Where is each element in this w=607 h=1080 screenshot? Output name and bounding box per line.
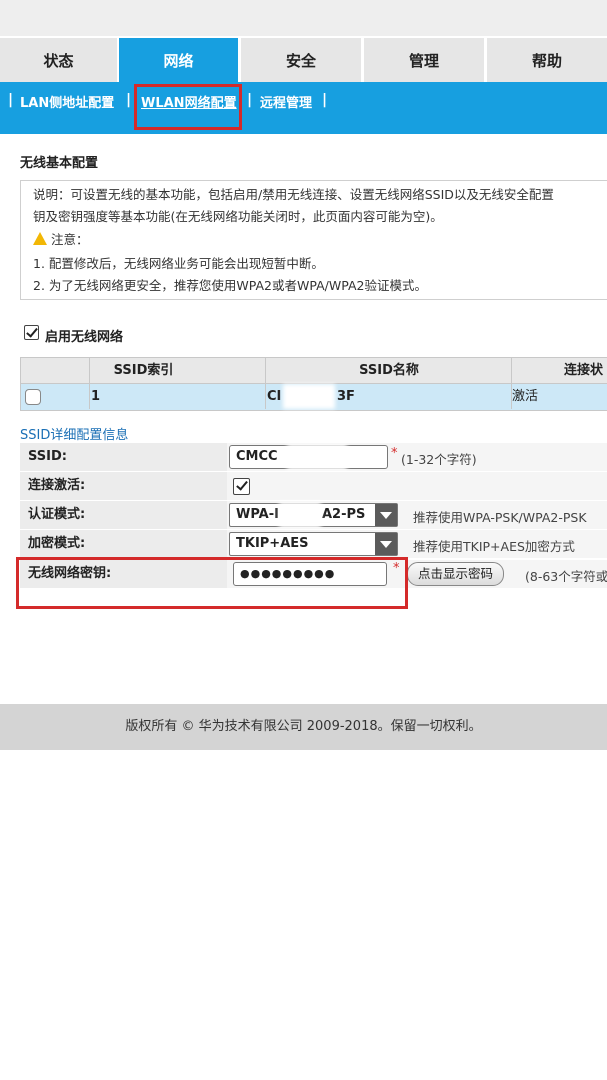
- divider: [265, 384, 266, 409]
- table-row[interactable]: 1 CI 3F 激活: [20, 384, 607, 411]
- separator: |: [322, 92, 328, 108]
- separator: |: [126, 92, 132, 108]
- tab-label: 安全: [285, 51, 316, 70]
- ssid-value-cell: CMCC * (1-32个字符): [227, 443, 607, 471]
- details-title: SSID详细配置信息: [20, 428, 129, 443]
- table-header: SSID索引 SSID名称 连接状: [20, 357, 607, 384]
- highlight-box-key: [16, 557, 408, 609]
- active-checkbox[interactable]: [233, 478, 250, 495]
- divider: [511, 358, 512, 383]
- active-value-cell: [227, 472, 607, 500]
- main-tabs: 状态 网络 安全 管理 帮助: [0, 38, 607, 82]
- tab-label: 管理: [408, 51, 439, 70]
- sub-nav: | LAN侧地址配置 | WLAN网络配置 | 远程管理 |: [0, 82, 607, 134]
- redaction-blur: [283, 384, 335, 409]
- section-title: 无线基本配置: [20, 156, 99, 171]
- form-row-auth: 认证模式: WPA-I A2-PS 推荐使用WPA-PSK/WPA2-PSK: [20, 501, 607, 530]
- col-status: 连接状: [564, 363, 604, 378]
- browser-top-area: [0, 0, 607, 36]
- cell-ssid-name-end: 3F: [337, 389, 355, 404]
- subnav-remote[interactable]: 远程管理: [260, 92, 312, 111]
- divider: [89, 358, 90, 383]
- auth-label: 认证模式:: [20, 501, 227, 529]
- separator: |: [247, 92, 253, 108]
- subnav-lan[interactable]: LAN侧地址配置: [20, 92, 114, 111]
- encrypt-label: 加密模式:: [20, 530, 227, 558]
- form-row-active: 连接激活:: [20, 472, 607, 501]
- encrypt-hint: 推荐使用TKIP+AES加密方式: [413, 539, 575, 554]
- ssid-label: SSID:: [20, 443, 227, 471]
- enable-wifi-checkbox[interactable]: [24, 325, 39, 340]
- note-line: 钥及密钥强度等基本功能(在无线网络功能关闭时，此页面内容可能为空)。: [33, 209, 443, 224]
- form-row-ssid: SSID: CMCC * (1-32个字符): [20, 443, 607, 472]
- col-ssid-name: SSID名称: [359, 363, 419, 378]
- footer: 版权所有 © 华为技术有限公司 2009-2018。保留一切权利。: [0, 704, 607, 750]
- redaction-blur: [279, 502, 321, 528]
- encrypt-value-cell: TKIP+AES 推荐使用TKIP+AES加密方式: [227, 530, 607, 558]
- enable-wifi-label: 启用无线网络: [45, 330, 124, 345]
- warning-label: 注意：: [51, 232, 89, 247]
- active-label: 连接激活:: [20, 472, 227, 500]
- encrypt-mode-select[interactable]: TKIP+AES: [229, 532, 398, 556]
- show-password-button[interactable]: 点击显示密码: [407, 562, 505, 586]
- tab-network[interactable]: 网络: [119, 38, 238, 82]
- tab-help[interactable]: 帮助: [487, 38, 607, 82]
- note-line: 说明：可设置无线的基本功能，包括启用/禁用无线连接、设置无线网络SSID以及无线…: [33, 187, 554, 202]
- note-box: 说明：可设置无线的基本功能，包括启用/禁用无线连接、设置无线网络SSID以及无线…: [20, 180, 607, 300]
- cell-status: 激活: [512, 389, 539, 404]
- note-item: 1. 配置修改后，无线网络业务可能会出现短暂中断。: [33, 256, 324, 271]
- row-select-checkbox[interactable]: [25, 389, 41, 405]
- required-mark: *: [391, 446, 398, 461]
- tab-security[interactable]: 安全: [241, 38, 361, 82]
- note-warning: 注意：: [33, 228, 89, 251]
- ssid-hint: (1-32个字符): [401, 452, 477, 467]
- check-icon: [236, 478, 248, 491]
- separator: |: [8, 92, 14, 108]
- divider: [89, 384, 90, 409]
- check-icon: [26, 325, 38, 338]
- tab-status[interactable]: 状态: [0, 38, 117, 82]
- auth-value-start: WPA-I: [236, 507, 279, 522]
- cell-ssid-index: 1: [91, 389, 101, 404]
- dropdown-arrow-icon: [375, 533, 397, 555]
- redaction-blur: [287, 444, 347, 470]
- highlight-box-wlan: [134, 84, 242, 130]
- auth-hint: 推荐使用WPA-PSK/WPA2-PSK: [413, 510, 587, 525]
- encrypt-value: TKIP+AES: [236, 536, 309, 551]
- warning-icon: [33, 232, 47, 245]
- tab-label: 网络: [163, 51, 194, 70]
- tab-label: 状态: [43, 51, 74, 70]
- cell-ssid-name-start: CI: [267, 389, 282, 404]
- auth-value-cell: WPA-I A2-PS 推荐使用WPA-PSK/WPA2-PSK: [227, 501, 607, 529]
- form-row-encrypt: 加密模式: TKIP+AES 推荐使用TKIP+AES加密方式: [20, 530, 607, 559]
- col-ssid-index: SSID索引: [113, 363, 174, 378]
- dropdown-arrow-icon: [375, 504, 397, 526]
- note-item: 2. 为了无线网络更安全，推荐您使用WPA2或者WPA/WPA2验证模式。: [33, 278, 427, 293]
- auth-value-end: A2-PS: [322, 507, 366, 522]
- tab-label: 帮助: [531, 51, 562, 70]
- tab-management[interactable]: 管理: [364, 38, 484, 82]
- key-hint: (8-63个字符或: [525, 569, 607, 584]
